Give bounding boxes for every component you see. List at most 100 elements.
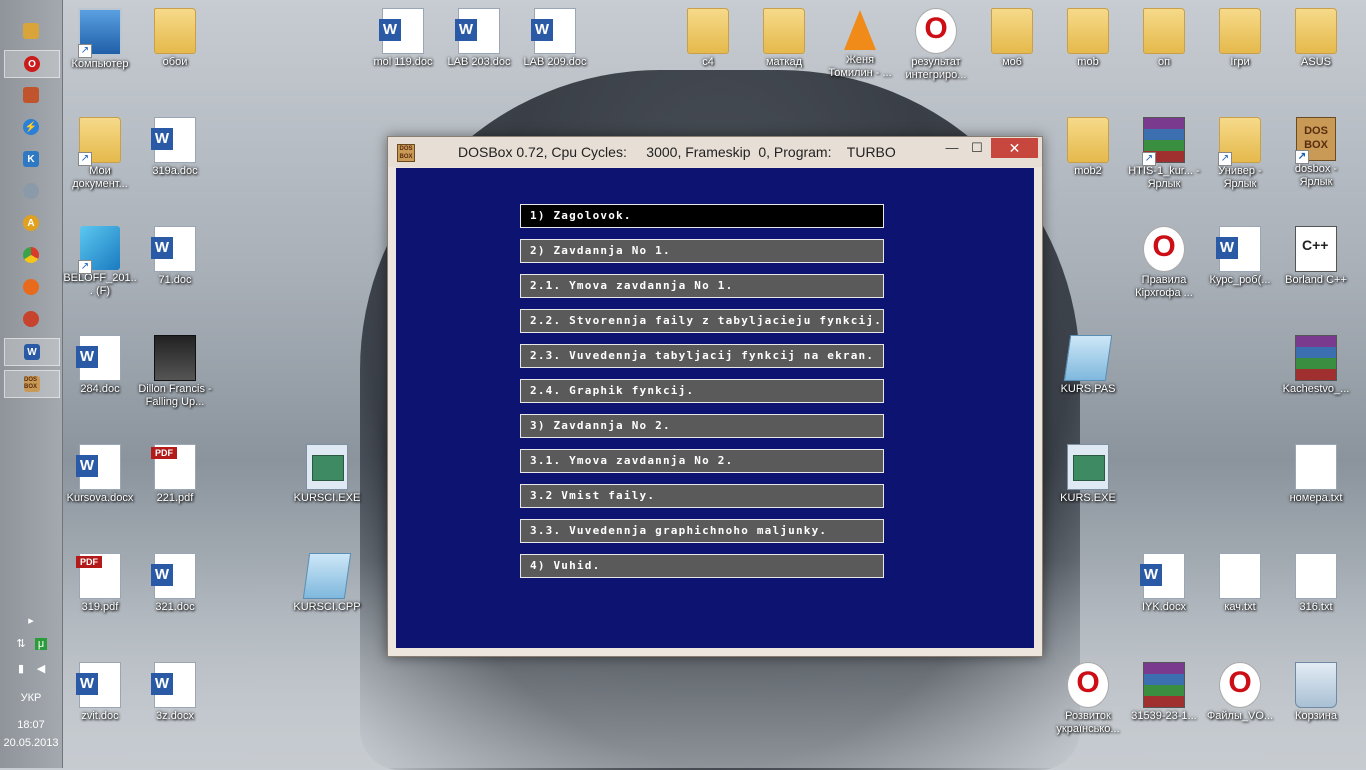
desktop-icon[interactable]: LAB 209.doc [518, 8, 592, 69]
desktop-icon[interactable]: 221.pdf [138, 444, 212, 505]
tray-row-1: ⇅ μ [0, 638, 62, 650]
desktop-icon[interactable]: Ігри [1203, 8, 1277, 69]
word-icon [1140, 553, 1185, 599]
desktop-icon[interactable]: Правила Кірхгофа ... [1127, 226, 1201, 300]
menu-item[interactable]: 4) Vuhid. [520, 554, 884, 578]
desktop-icon[interactable]: Kachestvo_... [1279, 335, 1353, 396]
desktop-icon[interactable]: обои [138, 8, 212, 69]
desktop-icon[interactable]: ASUS [1279, 8, 1353, 69]
desktop-icon[interactable]: Курс_роб(... [1203, 226, 1277, 287]
notepad-icon [302, 553, 352, 599]
taskbar-aimp-button[interactable]: A [4, 210, 58, 236]
desktop-icon-label: 319a.doc [152, 165, 198, 177]
taskbar-dosbox-button[interactable]: DOS BOX [4, 370, 60, 398]
window-titlebar[interactable]: DOS BOX DOSBox 0.72, Cpu Cycles: 3000, F… [388, 137, 1042, 167]
desktop-icon[interactable]: 319.pdf [63, 553, 137, 614]
desktop-icon[interactable]: KURSCI.EXE [290, 444, 364, 505]
desktop-icon[interactable]: 3z.docx [138, 662, 212, 723]
volume-icon[interactable]: ◀ [35, 663, 47, 675]
taskbar-app-button[interactable] [4, 82, 58, 108]
folder-icon [991, 8, 1033, 54]
signal-icon[interactable]: ▮ [15, 663, 27, 675]
menu-item[interactable]: 1) Zagolovok. [520, 204, 884, 228]
dosbox-window[interactable]: DOS BOX DOSBox 0.72, Cpu Cycles: 3000, F… [387, 136, 1043, 657]
desktop-icon-label: 284.doc [80, 383, 120, 395]
desktop-icon[interactable]: mob2 [1051, 117, 1125, 178]
dosbox-app-icon[interactable]: DOS BOX [397, 144, 415, 162]
desktop-icon[interactable]: HTIS-1_kur... - Ярлык [1127, 117, 1201, 191]
desktop-icon[interactable]: кач.txt [1203, 553, 1277, 614]
desktop-icon-label: c4 [702, 56, 714, 68]
desktop-icon[interactable]: Borland C++ [1279, 226, 1353, 287]
desktop-icon[interactable]: Kursova.docx [63, 444, 137, 505]
desktop-icon[interactable]: c4 [671, 8, 745, 69]
desktop-icon[interactable]: 321.doc [138, 553, 212, 614]
clock-time[interactable]: 18:07 [0, 719, 62, 731]
desktop-icon[interactable]: Универ - Ярлык [1203, 117, 1277, 191]
desktop-icon[interactable]: zvit.doc [63, 662, 137, 723]
desktop-icon[interactable]: BELOFF_201... (F) [63, 226, 137, 298]
maximize-button[interactable]: ☐ [963, 138, 991, 158]
desktop-icon[interactable]: 316.txt [1279, 553, 1353, 614]
clock-date[interactable]: 20.05.2013 [0, 737, 62, 749]
dos-screen[interactable]: 1) Zagolovok. 2) Zavdannja No 1. 2.1. Ymov… [396, 168, 1034, 648]
recycle-icon [1295, 662, 1337, 708]
taskbar-media-button[interactable] [4, 178, 58, 204]
network-icon[interactable]: ⇅ [15, 638, 27, 650]
taskbar-download-button[interactable]: ⚡ [4, 114, 58, 140]
desktop-icon[interactable]: DOS BOXdosbox - Ярлык [1279, 117, 1353, 189]
menu-item[interactable]: 3) Zavdannja No 2. [520, 414, 884, 438]
menu-item[interactable]: 3.2 Vmist faily. [520, 484, 884, 508]
desktop-icon[interactable]: маткад [747, 8, 821, 69]
desktop-icon[interactable]: Корзина [1279, 662, 1353, 723]
desktop-icon[interactable]: номера.txt [1279, 444, 1353, 505]
taskbar-app2-button[interactable] [4, 306, 58, 332]
menu-item[interactable]: 2) Zavdannja No 1. [520, 239, 884, 263]
desktop-icon[interactable]: mol 119.doc [366, 8, 440, 69]
desktop-icon[interactable]: Dillon Francis - Falling Up... [138, 335, 212, 409]
taskbar-chrome-button[interactable] [4, 242, 58, 268]
menu-item[interactable]: 2.3. Vuvedennja tabyljacij fynkcij na ek… [520, 344, 884, 368]
kmplayer-icon: K [23, 151, 39, 167]
desktop-icon[interactable]: 71.doc [138, 226, 212, 287]
desktop-icon[interactable]: 31539-23-1... [1127, 662, 1201, 723]
desktop-icon[interactable]: KURSCI.CPP [290, 553, 364, 614]
desktop-icon[interactable]: mob [1051, 8, 1125, 69]
desktop-icon[interactable]: 284.doc [63, 335, 137, 396]
app-icon [23, 87, 39, 103]
menu-item[interactable]: 3.3. Vuvedennja graphichnoho maljunky. [520, 519, 884, 543]
taskbar-explorer-button[interactable] [4, 18, 58, 44]
desktop-icon[interactable]: Мои документ... [63, 117, 137, 191]
chrome-icon [23, 247, 39, 263]
close-button[interactable]: ✕ [991, 138, 1038, 158]
desktop-icon[interactable]: Розвиток українсько... [1051, 662, 1125, 736]
desktop-icon[interactable]: результат интегриро... [899, 8, 973, 82]
minimize-button[interactable]: — [938, 138, 966, 158]
utorrent-icon[interactable]: μ [35, 638, 47, 650]
taskbar-opera-button[interactable]: O [4, 50, 60, 78]
desktop-icon[interactable]: IYK.docx [1127, 553, 1201, 614]
taskbar-kmplayer-button[interactable]: K [4, 146, 58, 172]
desktop-icon[interactable]: Женя Томилин - ... [823, 8, 897, 80]
menu-item[interactable]: 2.4. Graphik fynkcij. [520, 379, 884, 403]
desktop-icon-label: ASUS [1301, 56, 1331, 68]
taskbar-firefox-button[interactable] [4, 274, 58, 300]
desktop-icon[interactable]: Файлы_VO... [1203, 662, 1277, 723]
desktop-icon[interactable]: мо6 [975, 8, 1049, 69]
taskbar-word-button[interactable]: W [4, 338, 60, 366]
word-icon [76, 444, 121, 490]
menu-item[interactable]: 3.1. Ymova zavdannja No 2. [520, 449, 884, 473]
word-icon [531, 8, 576, 54]
desktop-icon[interactable]: KURS.PAS [1051, 335, 1125, 396]
menu-item[interactable]: 2.2. Stvorennja faily z tabyljacieju fyn… [520, 309, 884, 333]
desktop-icon[interactable]: LAB 203.doc [442, 8, 516, 69]
menu-item[interactable]: 2.1. Ymova zavdannja No 1. [520, 274, 884, 298]
tray-expand-icon[interactable]: ▸ [0, 614, 62, 627]
disc-icon [23, 183, 39, 199]
desktop-icon[interactable]: Компьютер [63, 8, 137, 71]
desktop-icon[interactable]: 319a.doc [138, 117, 212, 178]
desktop-icon[interactable]: KURS.EXE [1051, 444, 1125, 505]
desktop-icon[interactable]: оп [1127, 8, 1201, 69]
language-indicator[interactable]: УКР [0, 692, 62, 704]
pdf-icon [76, 553, 121, 599]
